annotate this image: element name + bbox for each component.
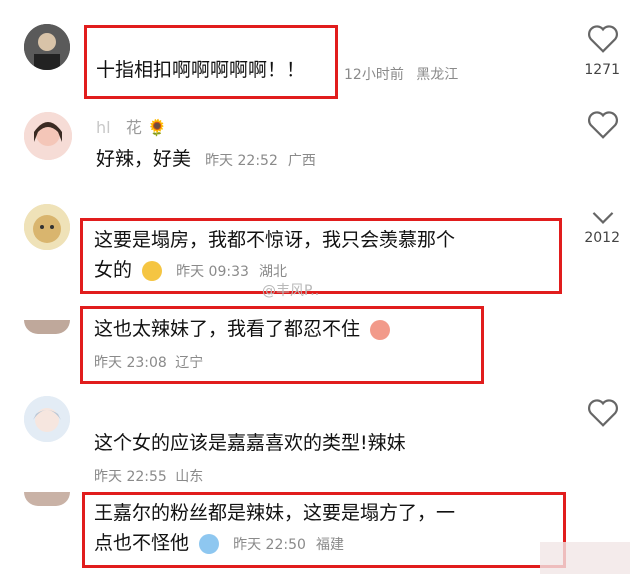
location: 湖北: [258, 264, 287, 280]
timestamp: 昨天 22:52: [205, 153, 278, 169]
chevron-down-icon[interactable]: [586, 202, 620, 232]
avatar[interactable]: [24, 396, 70, 442]
timestamp: 昨天 22:55: [94, 469, 167, 485]
location: 黑龙江: [416, 67, 459, 83]
heart-icon[interactable]: [586, 24, 620, 54]
sunflower-icon: 🌻: [146, 118, 167, 137]
avatar[interactable]: [24, 112, 72, 160]
heart-icon[interactable]: [586, 398, 620, 428]
comment-body: 这也太辣妹了，我看了都忍不住: [94, 318, 361, 340]
username[interactable]: hl 花 🌻: [96, 114, 167, 138]
comment-meta: 12小时前 黑龙江: [344, 64, 458, 84]
comment-5: 这个女的应该是嘉嘉喜欢的类型!辣妹 昨天 22:55 山东: [0, 394, 640, 486]
comment-2: hl 花 🌻 好辣，好美 昨天 22:52 广西: [0, 104, 640, 200]
avatar[interactable]: [24, 204, 70, 250]
location: 辽宁: [175, 355, 204, 371]
comment-text: 这也太辣妹了，我看了都忍不住: [94, 314, 391, 344]
emoji-icon: [370, 319, 391, 340]
avatar[interactable]: [24, 320, 70, 334]
comment-text: 王嘉尔的粉丝都是辣妹，这要是塌方了，一: [94, 498, 455, 528]
username-text: 花: [125, 118, 142, 137]
comment-3: 这要是塌房，我都不惊讶，我只会羡慕那个 女的 昨天 09:33 湖北 2012: [0, 200, 640, 304]
heart-icon[interactable]: [586, 110, 620, 140]
comment-text-line2: 女的 昨天 09:33 湖北: [94, 255, 287, 287]
location: 广西: [287, 153, 316, 169]
blurred-area: [540, 542, 630, 574]
comment-body: 好辣，好美: [96, 148, 192, 170]
timestamp: 昨天 23:08: [94, 355, 167, 371]
comment-text: 十指相扣啊啊啊啊啊！！: [96, 55, 305, 85]
avatar[interactable]: [24, 492, 70, 506]
like-count: 2012: [584, 230, 620, 246]
watermark: @丰风P..: [262, 283, 320, 299]
comment-4: 这也太辣妹了，我看了都忍不住 昨天 23:08 辽宁: [0, 304, 640, 384]
comment-body: 点也不怪他: [94, 532, 190, 554]
timestamp: 昨天 22:50: [233, 537, 306, 553]
comment-meta: 昨天 23:08 辽宁: [94, 352, 203, 372]
location: 福建: [315, 537, 344, 553]
comment-text-line2: 点也不怪他 昨天 22:50 福建: [94, 528, 344, 560]
timestamp: 12小时前: [344, 67, 404, 83]
emoji-icon: [142, 260, 163, 281]
comment-6: 王嘉尔的粉丝都是辣妹，这要是塌方了，一 点也不怪他 昨天 22:50 福建: [0, 486, 640, 582]
location: 山东: [175, 469, 204, 485]
like-count: 1271: [584, 62, 620, 78]
comment-body: 这个女的应该是嘉嘉喜欢的类型!辣妹: [94, 432, 406, 454]
comment-body: 女的: [94, 259, 133, 281]
timestamp: 昨天 09:33: [176, 264, 249, 280]
comment-text: 这要是塌房，我都不惊讶，我只会羡慕那个: [94, 225, 455, 255]
emoji-icon: [199, 533, 220, 554]
avatar[interactable]: [24, 24, 70, 70]
comment-body: 这要是塌房，我都不惊讶，我只会羡慕那个: [94, 229, 456, 251]
comment-text: 好辣，好美 昨天 22:52 广西: [96, 144, 316, 176]
comment-body: 王嘉尔的粉丝都是辣妹，这要是塌方了，一: [94, 502, 456, 524]
comment-text: 这个女的应该是嘉嘉喜欢的类型!辣妹: [94, 428, 406, 458]
comment-body: 十指相扣啊啊啊啊啊！！: [96, 59, 306, 81]
comment-1: 十指相扣啊啊啊啊啊！！ 12小时前 黑龙江 1271: [0, 0, 640, 104]
comment-meta: 昨天 22:55 山东: [94, 466, 203, 486]
